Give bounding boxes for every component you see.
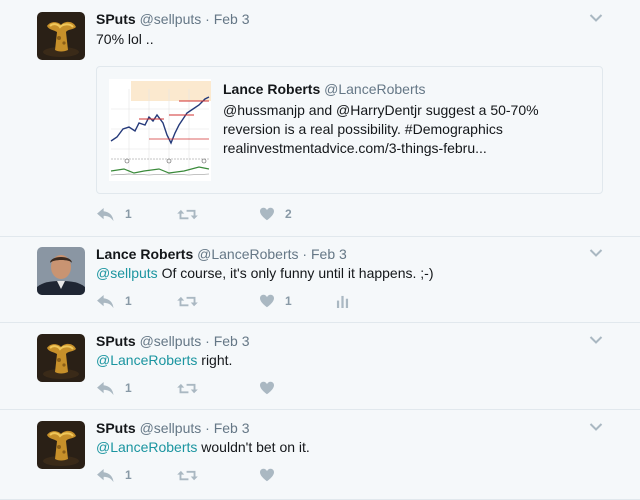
- tweet-text: @LanceRoberts wouldn't bet on it.: [96, 439, 310, 455]
- tweet-text: @LanceRoberts right.: [96, 352, 232, 368]
- reply-button[interactable]: 1: [96, 205, 132, 223]
- quoted-tweet-header: Lance Roberts @LanceRoberts: [223, 81, 426, 97]
- timestamp[interactable]: Feb 3: [311, 246, 347, 262]
- quoted-tweet[interactable]: Lance Roberts @LanceRoberts @hussmanjp a…: [96, 66, 603, 194]
- quoted-username[interactable]: @LanceRoberts: [324, 81, 425, 97]
- reply-icon: [96, 381, 115, 396]
- display-name[interactable]: SPuts: [96, 420, 136, 436]
- username[interactable]: @sellputs: [140, 11, 202, 27]
- reply-count: 1: [125, 207, 132, 221]
- quoted-text-line: @hussmanjp and @HarryDentjr suggest a 50…: [223, 102, 539, 118]
- tweet-body: wouldn't bet on it.: [197, 439, 310, 455]
- username[interactable]: @sellputs: [140, 333, 202, 349]
- retweet-button[interactable]: [177, 379, 198, 397]
- timestamp[interactable]: Feb 3: [214, 420, 250, 436]
- username[interactable]: @LanceRoberts: [197, 246, 298, 262]
- display-name[interactable]: Lance Roberts: [96, 246, 193, 262]
- like-count: 1: [285, 294, 292, 308]
- tweet-text: 70% lol ..: [96, 31, 154, 47]
- retweet-button[interactable]: [177, 466, 198, 484]
- username[interactable]: @sellputs: [140, 420, 202, 436]
- display-name[interactable]: SPuts: [96, 333, 136, 349]
- retweet-icon: [177, 381, 198, 396]
- heart-icon: [259, 468, 275, 482]
- quoted-link[interactable]: realinvestmentadvice.com/3-things-febru.…: [223, 139, 593, 158]
- mention-link[interactable]: @sellputs: [96, 265, 158, 281]
- tweet-body: right.: [197, 352, 233, 368]
- tweet-text: @sellputs Of course, it's only funny unt…: [96, 265, 434, 281]
- reply-button[interactable]: 1: [96, 292, 132, 310]
- reply-icon: [96, 294, 115, 309]
- like-button[interactable]: [259, 379, 275, 397]
- timestamp[interactable]: Feb 3: [214, 11, 250, 27]
- timestamp[interactable]: Feb 3: [214, 333, 250, 349]
- tweet-body: Of course, it's only funny until it happ…: [157, 265, 434, 281]
- reply-icon: [96, 207, 115, 222]
- analytics-icon: [336, 295, 349, 308]
- retweet-button[interactable]: [177, 205, 198, 223]
- avatar[interactable]: [37, 247, 85, 295]
- retweet-icon: [177, 468, 198, 483]
- tweet[interactable]: SPuts @sellputs · Feb 3 @LanceRoberts ri…: [0, 323, 640, 410]
- mention-link[interactable]: @LanceRoberts: [96, 352, 197, 368]
- like-button[interactable]: [259, 466, 275, 484]
- reply-count: 1: [125, 381, 132, 395]
- reply-button[interactable]: 1: [96, 466, 132, 484]
- separator: ·: [205, 11, 210, 27]
- display-name[interactable]: SPuts: [96, 11, 136, 27]
- tweet-header: SPuts @sellputs · Feb 3: [96, 333, 250, 349]
- separator: ·: [205, 333, 210, 349]
- retweet-icon: [177, 207, 198, 222]
- like-button[interactable]: 1: [259, 292, 292, 310]
- reply-icon: [96, 468, 115, 483]
- quoted-tweet-text: @hussmanjp and @HarryDentjr suggest a 50…: [223, 101, 593, 158]
- quoted-text-line: reversion is a real possibility. #Demogr…: [223, 121, 503, 137]
- reply-count: 1: [125, 294, 132, 308]
- reply-count: 1: [125, 468, 132, 482]
- heart-icon: [259, 294, 275, 308]
- avatar[interactable]: [37, 421, 85, 469]
- avatar[interactable]: [37, 334, 85, 382]
- chevron-down-icon[interactable]: [589, 422, 603, 432]
- reply-button[interactable]: 1: [96, 379, 132, 397]
- tweet-header: Lance Roberts @LanceRoberts · Feb 3: [96, 246, 347, 262]
- separator: ·: [302, 246, 308, 262]
- chevron-down-icon[interactable]: [589, 13, 603, 23]
- tweet[interactable]: SPuts @sellputs · Feb 3 @LanceRoberts wo…: [0, 410, 640, 500]
- chart-thumbnail[interactable]: [109, 79, 211, 181]
- mention-link[interactable]: @LanceRoberts: [96, 439, 197, 455]
- heart-icon: [259, 381, 275, 395]
- like-count: 2: [285, 207, 292, 221]
- tweet[interactable]: Lance Roberts @LanceRoberts · Feb 3 @sel…: [0, 237, 640, 323]
- tweet[interactable]: SPuts @sellputs · Feb 3 70% lol .. Lance…: [0, 0, 640, 237]
- separator: ·: [205, 420, 210, 436]
- quoted-display-name[interactable]: Lance Roberts: [223, 81, 320, 97]
- retweet-icon: [177, 294, 198, 309]
- like-button[interactable]: 2: [259, 205, 292, 223]
- avatar[interactable]: [37, 12, 85, 60]
- tweet-header: SPuts @sellputs · Feb 3: [96, 420, 250, 436]
- heart-icon: [259, 207, 275, 221]
- retweet-button[interactable]: [177, 292, 198, 310]
- chevron-down-icon[interactable]: [589, 248, 603, 258]
- tweet-header: SPuts @sellputs · Feb 3: [96, 11, 250, 27]
- analytics-button[interactable]: [336, 292, 349, 310]
- chevron-down-icon[interactable]: [589, 335, 603, 345]
